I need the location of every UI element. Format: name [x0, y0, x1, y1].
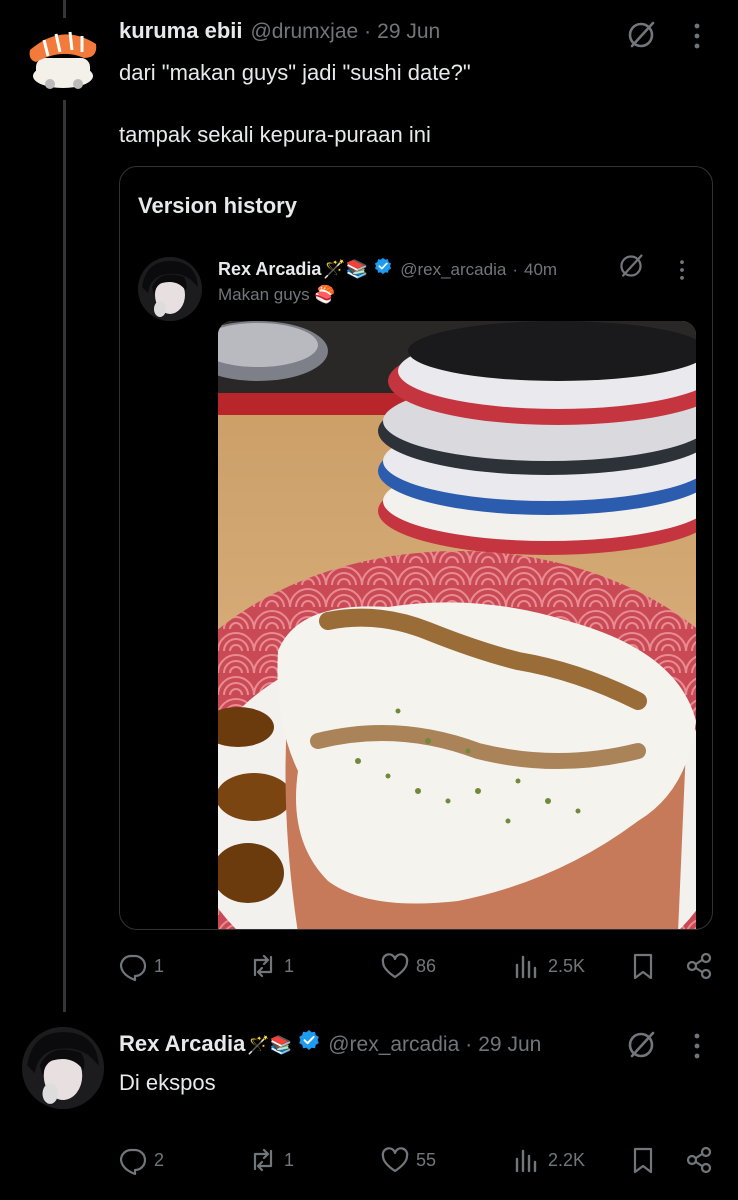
verified-badge-icon	[299, 1030, 320, 1050]
bookmark-icon	[633, 953, 653, 980]
repost-count: 1	[284, 955, 295, 976]
reply-icon	[119, 954, 147, 981]
author-name[interactable]: kuruma ebii	[119, 18, 242, 44]
grok-icon[interactable]	[626, 1030, 656, 1060]
quoted-author-emoji: 🪄📚	[323, 259, 369, 279]
quoted-post-time[interactable]: 40m	[524, 260, 557, 280]
grok-icon[interactable]	[618, 253, 644, 279]
share-icon	[686, 1146, 712, 1174]
version-history-title: Version history	[138, 193, 297, 218]
like-icon	[381, 953, 409, 979]
like-count: 55	[416, 1149, 437, 1170]
quoted-author-name[interactable]: Rex Arcadia	[218, 259, 321, 280]
sushi-emoji: 🍣	[314, 285, 336, 304]
bookmark-icon	[633, 1147, 653, 1174]
post-date[interactable]: 29 Jun	[377, 20, 440, 44]
like-icon	[381, 1147, 409, 1173]
reply-count: 1	[154, 955, 165, 976]
reply-button[interactable]: 2	[118, 1145, 164, 1175]
views-button[interactable]: 2.2K	[512, 1145, 585, 1175]
reply-count: 2	[154, 1149, 165, 1170]
reply-icon	[119, 1148, 147, 1175]
bookmark-button[interactable]	[628, 951, 658, 981]
reply-button[interactable]: 1	[118, 951, 164, 981]
like-button[interactable]: 86	[380, 951, 436, 981]
avatar[interactable]	[22, 18, 104, 100]
post-kuruma-ebii[interactable]: kuruma ebii @drumxjae · 29 Jun dari "mak…	[0, 0, 738, 1000]
quoted-text: Makan guys	[218, 285, 310, 304]
views-icon	[515, 1149, 537, 1173]
post-actions: 2 1 55 2.2K	[118, 1145, 718, 1175]
post-text-line-1: dari "makan guys" jadi "sushi date?"	[119, 60, 471, 85]
like-button[interactable]: 55	[380, 1145, 436, 1175]
views-icon	[515, 955, 537, 979]
share-icon	[686, 952, 712, 980]
views-count: 2.2K	[548, 1149, 586, 1170]
more-icon[interactable]	[678, 259, 686, 281]
share-button[interactable]	[684, 1145, 714, 1175]
more-icon[interactable]	[692, 1032, 702, 1060]
quoted-avatar[interactable]	[138, 257, 202, 321]
more-icon[interactable]	[692, 22, 702, 50]
post-header: Rex Arcadia 🪄📚 @rex_arcadia · 29 Jun	[119, 1029, 541, 1057]
repost-button[interactable]: 1	[248, 951, 294, 981]
separator: ·	[364, 20, 372, 43]
repost-icon	[253, 954, 273, 978]
separator: ·	[512, 260, 518, 279]
version-history-card[interactable]: Version history Rex Arcadia 🪄📚 @rex_arca…	[119, 166, 713, 930]
quoted-post-text: Makan guys 🍣	[218, 285, 336, 305]
quoted-header: Rex Arcadia 🪄📚 @rex_arcadia · 40m	[218, 257, 557, 280]
post-actions: 1 1 86 2.5K	[118, 951, 718, 981]
author-handle[interactable]: @drumxjae	[250, 20, 358, 44]
author-name[interactable]: Rex Arcadia	[119, 1031, 245, 1057]
post-date[interactable]: 29 Jun	[478, 1033, 541, 1057]
verified-badge-icon	[375, 257, 392, 275]
post-text-line-2: tampak sekali kepura-puraan ini	[119, 122, 431, 147]
sushi-photo[interactable]	[218, 321, 696, 929]
post-text: Di ekspos	[119, 1070, 216, 1095]
repost-count: 1	[284, 1149, 295, 1170]
post-header: kuruma ebii @drumxjae · 29 Jun	[119, 18, 440, 44]
quoted-author-handle[interactable]: @rex_arcadia	[400, 260, 506, 280]
bookmark-button[interactable]	[628, 1145, 658, 1175]
author-emoji: 🪄📚	[247, 1035, 293, 1055]
repost-button[interactable]: 1	[248, 1145, 294, 1175]
views-button[interactable]: 2.5K	[512, 951, 585, 981]
author-handle[interactable]: @rex_arcadia	[328, 1033, 459, 1057]
grok-icon[interactable]	[626, 20, 656, 50]
share-button[interactable]	[684, 951, 714, 981]
views-count: 2.5K	[548, 955, 586, 976]
separator: ·	[465, 1033, 473, 1056]
repost-icon	[253, 1148, 273, 1172]
avatar[interactable]	[22, 1027, 104, 1109]
like-count: 86	[416, 955, 437, 976]
